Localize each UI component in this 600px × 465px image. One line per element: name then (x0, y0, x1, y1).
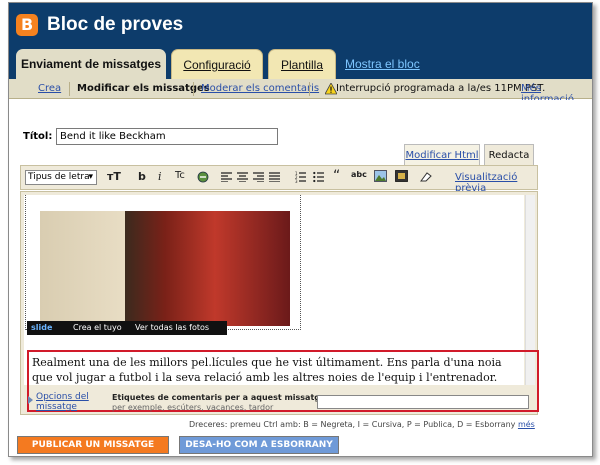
create-yours-link[interactable]: Crea el tuyo (73, 323, 122, 332)
numbered-list-icon[interactable]: 123 (295, 171, 306, 183)
more-shortcuts-link[interactable]: més (518, 420, 535, 429)
edit-posts-tab[interactable]: Modificar els missatges (77, 83, 210, 94)
quote-icon[interactable]: “ (333, 168, 340, 184)
view-blog-link[interactable]: Mostra el bloc (345, 57, 420, 71)
video-icon[interactable] (395, 170, 408, 182)
tab-compose[interactable]: Redacta (484, 144, 534, 166)
keyboard-shortcuts: Dreceres: premeu Ctrl amb: B = Negreta, … (189, 420, 535, 429)
shortcuts-text: Dreceres: premeu Ctrl amb: B = Negreta, … (189, 420, 516, 429)
bullet-list-icon[interactable] (313, 171, 324, 183)
blogger-window: B Bloc de proves Enviament de missatges … (8, 2, 593, 457)
tab-posting[interactable]: Enviament de missatges (16, 49, 166, 79)
warning-icon (325, 83, 337, 95)
chevron-down-icon: ▾ (88, 172, 93, 182)
title-label: Títol: (23, 131, 53, 142)
font-select-value: Tipus de letra (28, 172, 90, 182)
expand-triangle-icon[interactable] (28, 396, 33, 404)
slide-watermark: slide (31, 323, 53, 332)
header-bar: B Bloc de proves Enviament de missatges … (9, 3, 592, 79)
font-select[interactable]: Tipus de letra ▾ (25, 170, 97, 185)
eraser-icon[interactable] (419, 171, 432, 182)
moderate-comments-link[interactable]: Moderar els comentaris (201, 83, 319, 94)
slideshow-widget-selection[interactable] (25, 195, 301, 330)
title-input[interactable] (56, 128, 278, 145)
spellcheck-icon[interactable]: abc (351, 170, 367, 179)
save-draft-button[interactable]: DESA-HO COM A ESBORRANY (179, 436, 339, 454)
sub-navigation: Crea Modificar els missatges Moderar els… (9, 79, 592, 105)
image-icon[interactable] (374, 170, 387, 182)
slideshow-bar: slide Crea el tuyo Ver todas las fotos (27, 321, 227, 335)
bold-icon[interactable]: b (138, 170, 146, 183)
italic-icon[interactable]: i (158, 170, 162, 183)
publish-button[interactable]: PUBLICAR UN MISSATGE (17, 436, 169, 454)
labels-label: Etiquetes de comentaris per a aquest mis… (112, 393, 329, 402)
tab-edit-html[interactable]: Modificar Html (404, 144, 480, 166)
view-all-photos-link[interactable]: Ver todas las fotos (135, 323, 209, 332)
outage-notice: Interrupció programada a la/es 11PM PST. (336, 83, 546, 94)
divider (69, 82, 70, 96)
tab-settings[interactable]: Configuració (171, 49, 263, 79)
tab-template[interactable]: Plantilla (268, 49, 336, 79)
blogger-logo[interactable]: B (16, 14, 38, 36)
labels-example: per exemple, escúters, vacances, tardor (112, 403, 274, 412)
blog-title: Bloc de proves (47, 14, 184, 35)
create-link[interactable]: Crea (38, 83, 61, 94)
slideshow-image (40, 211, 290, 326)
divider (309, 82, 310, 96)
font-size-icon[interactable]: тT (107, 170, 121, 183)
align-left-icon[interactable] (221, 172, 232, 182)
labels-input[interactable] (317, 395, 529, 409)
align-justify-icon[interactable] (269, 172, 280, 182)
align-right-icon[interactable] (253, 172, 264, 182)
align-center-icon[interactable] (237, 172, 248, 182)
logo-letter: B (21, 15, 34, 34)
post-options-link[interactable]: Opcions del missatge (36, 392, 106, 412)
divider (193, 82, 194, 96)
link-icon[interactable] (197, 171, 209, 183)
text-color-icon[interactable]: Tc (175, 170, 185, 181)
format-toolbar: Tipus de letra ▾ тT b i Tc 123 “ abc Vis… (20, 165, 538, 194)
svg-text:3: 3 (295, 179, 298, 183)
